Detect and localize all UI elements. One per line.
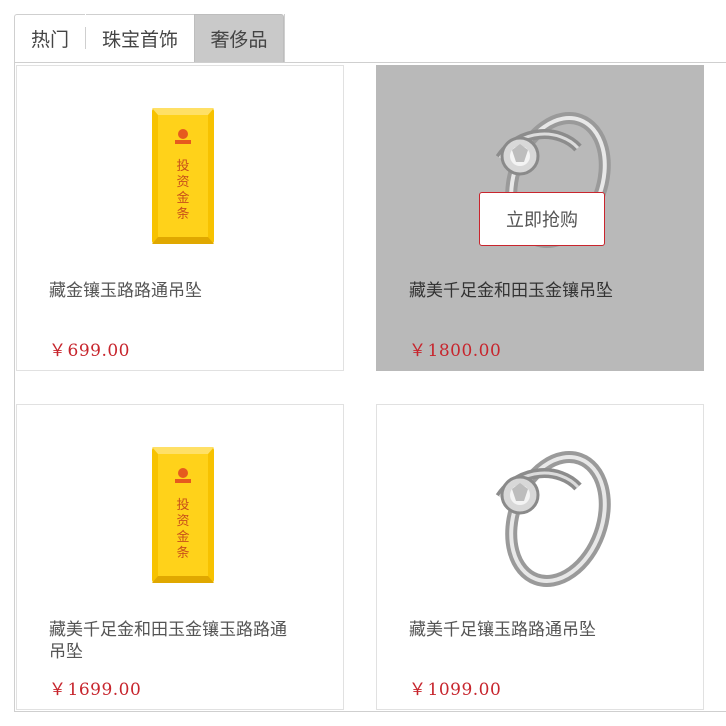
grid-border-left <box>14 62 15 712</box>
product-card[interactable]: 投 资 金 条 藏美千足金和田玉金镶玉路路通吊坠 ￥1699.00 <box>16 404 344 710</box>
gold-bar-icon: 投 资 金 条 <box>152 108 214 244</box>
gold-bar-char-2: 资 <box>176 514 189 529</box>
price-value: 1699.00 <box>67 680 142 700</box>
product-name[interactable]: 藏美千足镶玉路路通吊坠 <box>409 619 663 641</box>
category-tabs: 热门 珠宝首饰 奢侈品 <box>14 14 726 62</box>
price-value: 1800.00 <box>427 341 502 361</box>
product-price: ￥699.00 <box>49 336 130 361</box>
product-name[interactable]: 藏美千足金和田玉金镶吊坠 <box>409 280 663 302</box>
currency-symbol: ￥ <box>49 680 67 700</box>
tab-hot-label: 热门 <box>30 29 69 51</box>
grid-border-bottom <box>14 711 726 712</box>
tabs-divider <box>14 62 726 63</box>
tab-jewelry[interactable]: 珠宝首饰 <box>86 14 194 62</box>
product-price: ￥1099.00 <box>409 675 501 700</box>
currency-symbol: ￥ <box>49 341 67 361</box>
product-card[interactable]: 藏美千足镶玉路路通吊坠 ￥1099.00 <box>376 404 704 710</box>
diamond-ring-icon <box>495 451 611 587</box>
currency-symbol: ￥ <box>409 341 427 361</box>
product-name[interactable]: 藏美千足金和田玉金镶玉路路通吊坠 <box>49 619 303 663</box>
gold-bar-char-1: 投 <box>176 497 189 513</box>
gold-bar-char-2: 资 <box>176 175 189 190</box>
tab-group: 热门 珠宝首饰 奢侈品 <box>14 14 285 62</box>
gold-bar-char-3: 金 <box>176 529 189 545</box>
gold-bar-char-3: 金 <box>176 190 189 206</box>
buy-now-button[interactable]: 立即抢购 <box>479 192 605 246</box>
tab-jewelry-label: 珠宝首饰 <box>101 29 178 51</box>
product-card-hovered[interactable]: 立即抢购 藏美千足金和田玉金镶吊坠 ￥1800.00 <box>376 65 704 371</box>
product-card[interactable]: 投 资 金 条 藏金镶玉路路通吊坠 ￥699.00 <box>16 65 344 371</box>
gold-bar-char-4: 条 <box>176 206 189 222</box>
gold-bar-char-4: 条 <box>176 545 189 561</box>
gold-bar-char-1: 投 <box>176 158 189 174</box>
tab-hot[interactable]: 热门 <box>14 14 85 62</box>
product-price: ￥1800.00 <box>409 336 501 361</box>
gold-bar-icon: 投 资 金 条 <box>152 447 214 583</box>
product-price: ￥1699.00 <box>49 675 141 700</box>
tab-luxury-label: 奢侈品 <box>210 29 268 51</box>
price-value: 1099.00 <box>427 680 502 700</box>
tab-luxury[interactable]: 奢侈品 <box>194 14 284 62</box>
currency-symbol: ￥ <box>409 680 427 700</box>
price-value: 699.00 <box>67 341 130 361</box>
product-name[interactable]: 藏金镶玉路路通吊坠 <box>49 280 303 302</box>
